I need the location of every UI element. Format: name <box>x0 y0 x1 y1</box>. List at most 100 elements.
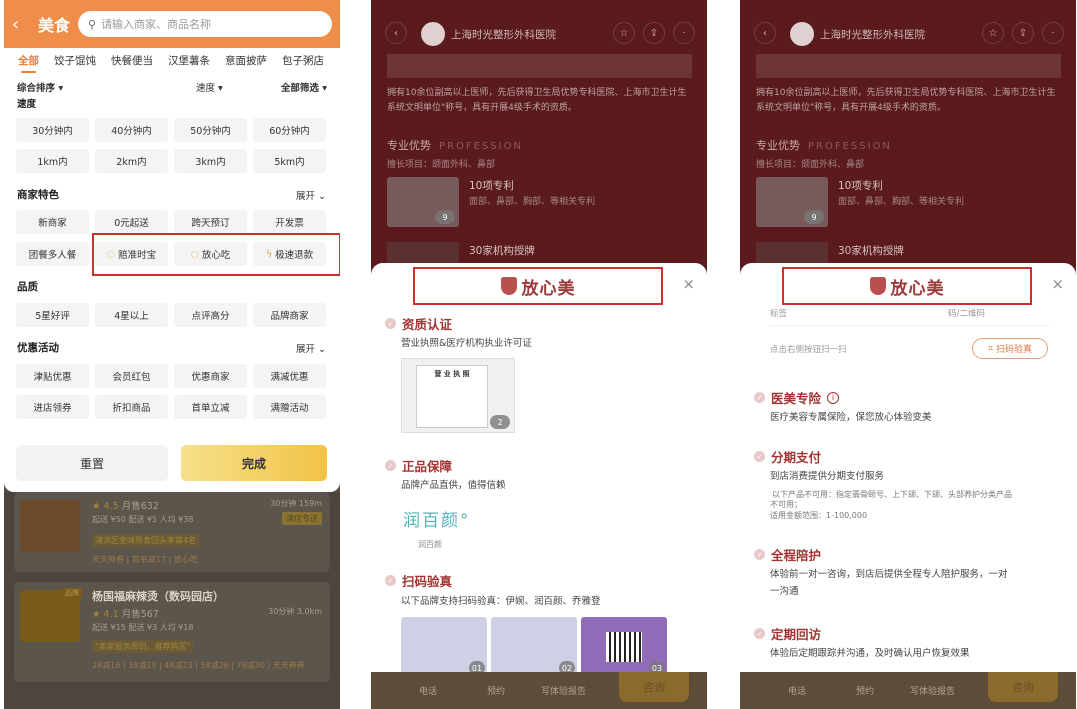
report-button[interactable]: 写体验报告 <box>541 684 586 697</box>
chip-distance[interactable]: 2km内 <box>95 149 168 173</box>
book-button[interactable]: 预约 <box>487 684 505 697</box>
feature-title: ✓ 分期支付 <box>754 447 821 466</box>
feature-desc: 品牌产品直供，值得信赖 <box>401 480 506 491</box>
share-icon[interactable]: ⇪ <box>1012 22 1034 44</box>
back-icon[interactable]: ‹ <box>12 14 30 35</box>
item-title: 30家机构授牌 <box>838 245 904 257</box>
book-button[interactable]: 预约 <box>856 684 874 697</box>
expand-promo[interactable]: 展开 ⌄ <box>296 341 326 355</box>
reset-button[interactable]: 重置 <box>16 445 168 481</box>
phone-button[interactable]: 电话 <box>419 684 437 697</box>
chip-feature[interactable]: 新商家 <box>16 210 89 234</box>
chip-promo[interactable]: 首单立减 <box>174 395 247 419</box>
tab-dumplings[interactable]: 饺子馄饨 <box>54 53 96 68</box>
chip-distance[interactable]: 5km内 <box>253 149 326 173</box>
info-icon[interactable]: i <box>827 391 840 404</box>
item-subtitle: 面部、鼻部、胸部、等相关专利 <box>838 197 965 207</box>
chip-quality[interactable]: 4星以上 <box>95 303 168 327</box>
chip-feature[interactable]: 开发票 <box>253 210 326 234</box>
top-bar: ‹ 上海时光整形外科医院 ☆ ⇪ · <box>371 20 707 48</box>
chip-quality[interactable]: 5星好评 <box>16 303 89 327</box>
chip-promo[interactable]: 津贴优惠 <box>16 364 89 388</box>
advantage-subtitle: 擅长项目：颌面外科、鼻部 <box>387 160 496 170</box>
chip-feature[interactable]: 0元起送 <box>95 210 168 234</box>
chip-quality[interactable]: 品牌商家 <box>253 303 326 327</box>
chip-feature[interactable]: 跨天预订 <box>174 210 247 234</box>
expand-feature[interactable]: 展开 ⌄ <box>296 188 326 202</box>
tab-all[interactable]: 全部 <box>18 53 39 73</box>
chip-feature[interactable]: 团餐多人餐 <box>16 242 89 266</box>
qr-image[interactable]: 03 <box>581 617 667 677</box>
consult-button[interactable]: 咨询 <box>988 672 1058 702</box>
feature-desc: 营业执照&医疗机构执业许可证 <box>401 338 532 349</box>
done-button[interactable]: 完成 <box>181 445 327 481</box>
chip-speed[interactable]: 30分钟内 <box>16 118 89 142</box>
search-input[interactable]: ⚲ 请输入商家、商品名称 <box>78 11 332 37</box>
chip-speed[interactable]: 60分钟内 <box>253 118 326 142</box>
back-icon[interactable]: ‹ <box>754 22 776 44</box>
qr-code <box>606 632 642 662</box>
chip-quality[interactable]: 点评高分 <box>174 303 247 327</box>
search-icon: ⚲ <box>88 17 97 31</box>
chip-promo[interactable]: 会员红包 <box>95 364 168 388</box>
hospital-name: 上海时光整形外科医院 <box>451 29 556 41</box>
category-tabs: 全部 饺子馄饨 快餐便当 汉堡薯条 意面披萨 包子粥店 <box>4 48 340 73</box>
feature-title: ✓ 全程陪护 <box>754 545 821 564</box>
product-image[interactable]: 01 <box>401 617 487 677</box>
more-icon[interactable]: · <box>673 22 695 44</box>
tab-fastfood[interactable]: 快餐便当 <box>111 53 153 68</box>
hospital-logo <box>421 22 445 46</box>
feature-desc: 一沟通 <box>770 586 799 597</box>
item-title: 10项专利 <box>469 180 514 192</box>
chip-distance[interactable]: 1km内 <box>16 149 89 173</box>
product-image[interactable]: 02 <box>491 617 577 677</box>
chip-promo[interactable]: 优惠商家 <box>174 364 247 388</box>
share-icon[interactable]: ⇪ <box>643 22 665 44</box>
check-icon: ✓ <box>754 451 765 462</box>
brand-logo-label: 润百颜 <box>418 540 442 549</box>
feature-title: ✓ 定期回访 <box>754 624 821 643</box>
bottom-action-bar: 电话 预约 写体验报告 咨询 <box>371 672 707 709</box>
chip-promo[interactable]: 折扣商品 <box>95 395 168 419</box>
phone-button[interactable]: 电话 <box>788 684 806 697</box>
feature-desc: 体验前一对一咨询，到店后提供全程专人陪护服务，一对 <box>770 569 1008 580</box>
shop-list-dimmed: ★ 4.5 月售632 30分钟 159m 起送 ¥50 配送 ¥5 人均 ¥3… <box>4 492 340 709</box>
tab-buns[interactable]: 包子粥店 <box>282 53 324 68</box>
chip-promo[interactable]: 进店领券 <box>16 395 89 419</box>
hospital-intro: 拥有10余位副高以上医师，先后获得卫生局优势专科医院、上海市卫生计生系统文明单位… <box>387 88 687 113</box>
more-icon[interactable]: · <box>1042 22 1064 44</box>
close-icon[interactable]: × <box>682 275 695 293</box>
shield-icon <box>869 277 886 295</box>
tab-pasta[interactable]: 意面披萨 <box>225 53 267 68</box>
chip-promo[interactable]: 满减优惠 <box>253 364 326 388</box>
scan-hint: 点击右侧按钮扫一扫 <box>770 345 847 355</box>
chip-speed[interactable]: 40分钟内 <box>95 118 168 142</box>
back-icon[interactable]: ‹ <box>385 22 407 44</box>
brand-name: 放心美 <box>890 278 945 299</box>
sort-overall[interactable]: 综合排序 ▾ <box>17 80 63 94</box>
report-button[interactable]: 写体验报告 <box>910 684 955 697</box>
chip-promo[interactable]: 满赠活动 <box>253 395 326 419</box>
check-icon: ✓ <box>754 628 765 639</box>
check-icon: ✓ <box>754 549 765 560</box>
scan-verify-button[interactable]: ⌗ 扫码验真 <box>972 338 1048 359</box>
shop-rank: 浦滨区金味熟食回头率第4名 <box>92 534 200 547</box>
chip-distance[interactable]: 3km内 <box>174 149 247 173</box>
sort-speed[interactable]: 速度 ▾ <box>196 80 223 94</box>
license-image[interactable]: 营 业 执 照 2 <box>401 358 515 433</box>
star-icon[interactable]: ☆ <box>982 22 1004 44</box>
header-bar: ‹ 美食 ⚲ 请输入商家、商品名称 <box>4 0 340 48</box>
chip-speed[interactable]: 50分钟内 <box>174 118 247 142</box>
brand-header: 放心美 <box>413 267 663 305</box>
sort-filter[interactable]: 全部筛选 ▾ <box>281 80 327 94</box>
section-quality: 品质 <box>17 281 38 293</box>
shop-rating: ★ 4.1 月售567 <box>92 609 159 620</box>
star-icon[interactable]: ☆ <box>613 22 635 44</box>
image-count: 2 <box>490 415 510 429</box>
hospital-logo <box>790 22 814 46</box>
tab-burgers[interactable]: 汉堡薯条 <box>168 53 210 68</box>
close-icon[interactable]: × <box>1051 275 1064 293</box>
consult-button[interactable]: 咨询 <box>619 672 689 702</box>
list-item[interactable]: ★ 4.5 月售632 30分钟 159m 起送 ¥50 配送 ¥5 人均 ¥3… <box>14 492 330 572</box>
list-item[interactable]: 杨国福麻辣烫（数码园店） 品牌 ★ 4.1 月售567 30分钟 3.0km 起… <box>14 582 330 682</box>
